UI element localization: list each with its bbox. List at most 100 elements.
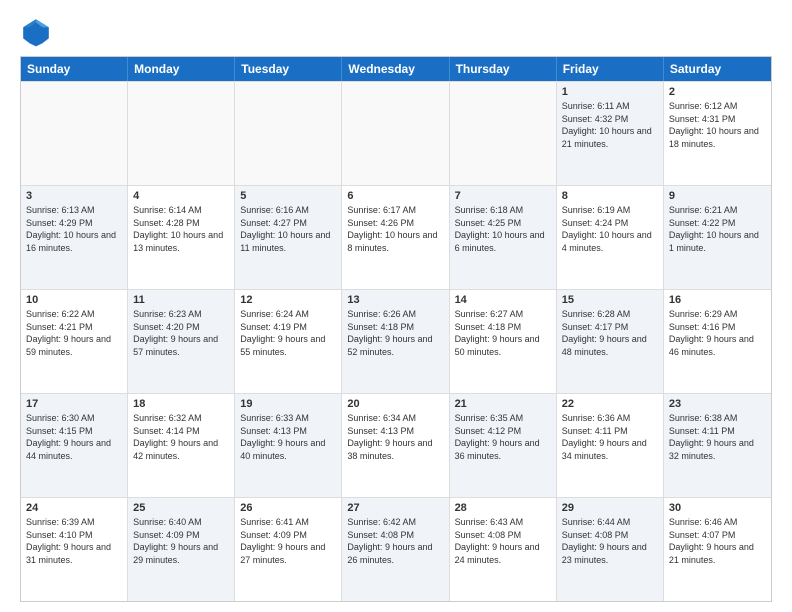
- day-number: 19: [240, 398, 336, 410]
- header-day-monday: Monday: [128, 57, 235, 81]
- day-number: 1: [562, 86, 658, 98]
- day-info: Sunrise: 6:29 AM Sunset: 4:16 PM Dayligh…: [669, 308, 766, 358]
- day-number: 25: [133, 502, 229, 514]
- day-cell-1: 1 Sunrise: 6:11 AM Sunset: 4:32 PM Daylig…: [557, 82, 664, 185]
- header-day-wednesday: Wednesday: [342, 57, 449, 81]
- calendar-row-3: 10Sunrise: 6:22 AM Sunset: 4:21 PM Dayli…: [21, 289, 771, 393]
- day-info: Sunrise: 6:26 AM Sunset: 4:18 PM Dayligh…: [347, 308, 443, 358]
- day-cell-18: 18 Sunrise: 6:32 AM Sunset: 4:14 PM Dayli…: [128, 394, 235, 497]
- day-number: 4: [133, 190, 229, 202]
- logo: [20, 16, 56, 48]
- day-cell-7: 7 Sunrise: 6:18 AM Sunset: 4:25 PM Daylig…: [450, 186, 557, 289]
- day-cell-3: 3 Sunrise: 6:13 AM Sunset: 4:29 PM Daylig…: [21, 186, 128, 289]
- calendar-body: 1 Sunrise: 6:11 AM Sunset: 4:32 PM Daylig…: [21, 81, 771, 601]
- day-info: Sunrise: 6:23 AM Sunset: 4:20 PM Dayligh…: [133, 308, 229, 358]
- day-cell-21: 21 Sunrise: 6:35 AM Sunset: 4:12 PM Dayli…: [450, 394, 557, 497]
- day-info: Sunrise: 6:39 AM Sunset: 4:10 PM Dayligh…: [26, 516, 122, 566]
- day-cell-25: 25 Sunrise: 6:40 AM Sunset: 4:09 PM Dayli…: [128, 498, 235, 601]
- day-number: 21: [455, 398, 551, 410]
- day-info: Sunrise: 6:33 AM Sunset: 4:13 PM Dayligh…: [240, 412, 336, 462]
- day-number: 11: [133, 294, 229, 306]
- calendar-row-5: 24 Sunrise: 6:39 AM Sunset: 4:10 PM Dayli…: [21, 497, 771, 601]
- day-cell-28: 28 Sunrise: 6:43 AM Sunset: 4:08 PM Dayli…: [450, 498, 557, 601]
- day-info: Sunrise: 6:40 AM Sunset: 4:09 PM Dayligh…: [133, 516, 229, 566]
- day-number: 5: [240, 190, 336, 202]
- day-info: Sunrise: 6:11 AM Sunset: 4:32 PM Dayligh…: [562, 100, 658, 150]
- day-number: 24: [26, 502, 122, 514]
- day-cell-17: 17 Sunrise: 6:30 AM Sunset: 4:15 PM Dayli…: [21, 394, 128, 497]
- day-cell-2: 2 Sunrise: 6:12 AM Sunset: 4:31 PM Daylig…: [664, 82, 771, 185]
- empty-cell-r0c0: [21, 82, 128, 185]
- day-cell-11: 11 Sunrise: 6:23 AM Sunset: 4:20 PM Dayli…: [128, 290, 235, 393]
- empty-cell-r0c1: [128, 82, 235, 185]
- day-number: 29: [562, 502, 658, 514]
- day-info: Sunrise: 6:22 AM Sunset: 4:21 PM Dayligh…: [26, 308, 122, 358]
- day-info: Sunrise: 6:19 AM Sunset: 4:24 PM Dayligh…: [562, 204, 658, 254]
- day-number: 28: [455, 502, 551, 514]
- header-day-sunday: Sunday: [21, 57, 128, 81]
- day-cell-8: 8 Sunrise: 6:19 AM Sunset: 4:24 PM Daylig…: [557, 186, 664, 289]
- day-cell-14: 14 Sunrise: 6:27 AM Sunset: 4:18 PM Dayli…: [450, 290, 557, 393]
- day-info: Sunrise: 6:36 AM Sunset: 4:11 PM Dayligh…: [562, 412, 658, 462]
- day-cell-12: 12Sunrise: 6:24 AM Sunset: 4:19 PM Dayli…: [235, 290, 342, 393]
- day-cell-5: 5Sunrise: 6:16 AM Sunset: 4:27 PM Daylig…: [235, 186, 342, 289]
- day-cell-6: 6 Sunrise: 6:17 AM Sunset: 4:26 PM Daylig…: [342, 186, 449, 289]
- empty-cell-r0c4: [450, 82, 557, 185]
- day-info: Sunrise: 6:13 AM Sunset: 4:29 PM Dayligh…: [26, 204, 122, 254]
- day-number: 15: [562, 294, 658, 306]
- day-number: 23: [669, 398, 766, 410]
- header-day-tuesday: Tuesday: [235, 57, 342, 81]
- empty-cell-r0c2: [235, 82, 342, 185]
- day-info: Sunrise: 6:43 AM Sunset: 4:08 PM Dayligh…: [455, 516, 551, 566]
- day-cell-10: 10Sunrise: 6:22 AM Sunset: 4:21 PM Dayli…: [21, 290, 128, 393]
- day-info: Sunrise: 6:35 AM Sunset: 4:12 PM Dayligh…: [455, 412, 551, 462]
- day-info: Sunrise: 6:41 AM Sunset: 4:09 PM Dayligh…: [240, 516, 336, 566]
- day-number: 6: [347, 190, 443, 202]
- day-number: 16: [669, 294, 766, 306]
- day-number: 14: [455, 294, 551, 306]
- day-info: Sunrise: 6:38 AM Sunset: 4:11 PM Dayligh…: [669, 412, 766, 462]
- header: [20, 16, 772, 48]
- day-number: 20: [347, 398, 443, 410]
- calendar: SundayMondayTuesdayWednesdayThursdayFrid…: [20, 56, 772, 602]
- day-info: Sunrise: 6:30 AM Sunset: 4:15 PM Dayligh…: [26, 412, 122, 462]
- logo-icon: [20, 16, 52, 48]
- header-day-saturday: Saturday: [664, 57, 771, 81]
- day-number: 22: [562, 398, 658, 410]
- day-cell-26: 26Sunrise: 6:41 AM Sunset: 4:09 PM Dayli…: [235, 498, 342, 601]
- day-cell-22: 22 Sunrise: 6:36 AM Sunset: 4:11 PM Dayli…: [557, 394, 664, 497]
- day-number: 3: [26, 190, 122, 202]
- calendar-header: SundayMondayTuesdayWednesdayThursdayFrid…: [21, 57, 771, 81]
- calendar-row-2: 3 Sunrise: 6:13 AM Sunset: 4:29 PM Daylig…: [21, 185, 771, 289]
- day-cell-23: 23 Sunrise: 6:38 AM Sunset: 4:11 PM Dayli…: [664, 394, 771, 497]
- day-cell-16: 16 Sunrise: 6:29 AM Sunset: 4:16 PM Dayli…: [664, 290, 771, 393]
- day-number: 8: [562, 190, 658, 202]
- day-info: Sunrise: 6:42 AM Sunset: 4:08 PM Dayligh…: [347, 516, 443, 566]
- day-info: Sunrise: 6:27 AM Sunset: 4:18 PM Dayligh…: [455, 308, 551, 358]
- day-number: 2: [669, 86, 766, 98]
- day-cell-27: 27 Sunrise: 6:42 AM Sunset: 4:08 PM Dayli…: [342, 498, 449, 601]
- day-cell-29: 29Sunrise: 6:44 AM Sunset: 4:08 PM Dayli…: [557, 498, 664, 601]
- day-cell-30: 30 Sunrise: 6:46 AM Sunset: 4:07 PM Dayli…: [664, 498, 771, 601]
- day-number: 7: [455, 190, 551, 202]
- day-info: Sunrise: 6:32 AM Sunset: 4:14 PM Dayligh…: [133, 412, 229, 462]
- calendar-row-1: 1 Sunrise: 6:11 AM Sunset: 4:32 PM Daylig…: [21, 81, 771, 185]
- day-number: 27: [347, 502, 443, 514]
- day-info: Sunrise: 6:21 AM Sunset: 4:22 PM Dayligh…: [669, 204, 766, 254]
- day-cell-4: 4 Sunrise: 6:14 AM Sunset: 4:28 PM Daylig…: [128, 186, 235, 289]
- day-number: 18: [133, 398, 229, 410]
- day-number: 13: [347, 294, 443, 306]
- day-info: Sunrise: 6:24 AM Sunset: 4:19 PM Dayligh…: [240, 308, 336, 358]
- day-number: 17: [26, 398, 122, 410]
- day-info: Sunrise: 6:12 AM Sunset: 4:31 PM Dayligh…: [669, 100, 766, 150]
- empty-cell-r0c3: [342, 82, 449, 185]
- day-cell-19: 19 Sunrise: 6:33 AM Sunset: 4:13 PM Dayli…: [235, 394, 342, 497]
- day-info: Sunrise: 6:46 AM Sunset: 4:07 PM Dayligh…: [669, 516, 766, 566]
- day-info: Sunrise: 6:14 AM Sunset: 4:28 PM Dayligh…: [133, 204, 229, 254]
- day-cell-24: 24 Sunrise: 6:39 AM Sunset: 4:10 PM Dayli…: [21, 498, 128, 601]
- day-info: Sunrise: 6:17 AM Sunset: 4:26 PM Dayligh…: [347, 204, 443, 254]
- header-day-friday: Friday: [557, 57, 664, 81]
- day-number: 30: [669, 502, 766, 514]
- day-info: Sunrise: 6:18 AM Sunset: 4:25 PM Dayligh…: [455, 204, 551, 254]
- day-number: 9: [669, 190, 766, 202]
